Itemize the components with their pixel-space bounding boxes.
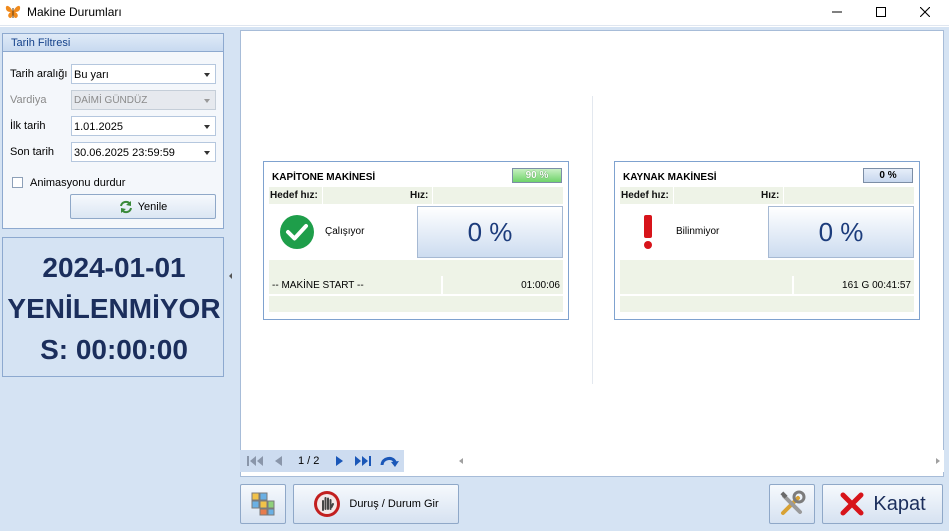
minimize-button[interactable] [815,0,859,24]
close-icon [920,7,930,17]
last-page-icon[interactable] [354,454,374,468]
enter-stop-status-label: Duruş / Durum Gir [349,498,439,510]
start-date-row: İlk tarih 1.01.2025 [10,116,217,136]
date-filter-panel: Tarih Filtresi Tarih aralığı Bu yarı Var… [2,33,224,229]
status-refresh-state: YENİLENMİYOR [7,293,221,324]
scroll-left-icon[interactable] [459,458,463,464]
end-date-label: Son tarih [10,146,55,158]
speed-row: Hedef hız: Hız: [269,187,563,204]
date-range-row: Tarih aralığı Bu yarı [10,64,217,84]
tools-icon [780,490,806,515]
refresh-button[interactable]: Yenile [70,194,216,219]
start-date-picker[interactable]: 1.01.2025 [71,116,216,136]
shift-value: DAİMİ GÜNDÜZ [74,95,148,106]
target-speed-label: Hedef hız: [621,190,669,201]
refresh-icon [119,200,132,213]
shift-row: Vardiya DAİMİ GÜNDÜZ [10,90,217,110]
target-speed-label: Hedef hız: [270,190,318,201]
chevron-down-icon [204,99,210,103]
last-event: -- MAKİNE START -- [269,276,441,294]
start-date-value: 1.01.2025 [74,121,123,133]
stop-hand-icon [314,491,341,517]
event-duration: 01:00:06 [443,276,563,294]
event-row: 161 G 00:41:57 [620,276,914,294]
check-circle-icon [280,215,314,249]
footer-bar [269,296,563,312]
speed-row: Hedef hız: Hız: [620,187,914,204]
close-x-icon [840,492,864,516]
machine-name: KAYNAK MAKİNESİ [623,172,717,183]
splitter-collapse-arrow[interactable] [229,273,232,279]
info-bar [620,260,914,276]
chevron-down-icon [204,151,210,155]
machine-card[interactable]: KAYNAK MAKİNESİ 0 % Hedef hız: Hız: Bili… [614,161,920,320]
close-button[interactable]: Kapat [822,484,943,524]
machine-state: Bilinmiyor [620,206,767,258]
refresh-status-panel: 2024-01-01 YENİLENMİYOR S: 00:00:00 [2,237,224,377]
end-date-row: Son tarih 30.06.2025 23:59:59 [10,142,217,162]
machine-state-label: Çalışıyor [325,226,365,237]
machine-performance-badge: 90 % [512,168,562,183]
machine-state-label: Bilinmiyor [676,226,720,237]
horizontal-scrollbar[interactable] [456,450,944,472]
maximize-button[interactable] [859,0,903,24]
end-date-picker[interactable]: 30.06.2025 23:59:59 [71,142,216,162]
butterfly-icon [5,5,21,19]
client-area: Tarih Filtresi Tarih aralığı Bu yarı Var… [0,27,949,531]
minimize-icon [832,11,842,13]
grid-layout-icon [251,492,275,516]
machine-board: KAPİTONE MAKİNESİ 90 % Hedef hız: Hız: Ç… [240,30,944,477]
machine-performance-badge: 0 % [863,168,913,183]
footer-bar [620,296,914,312]
start-date-label: İlk tarih [10,120,46,132]
layout-button[interactable] [240,484,286,524]
date-range-value: Bu yarı [74,69,109,81]
machine-efficiency: 0 % [417,206,563,258]
stop-animation-checkbox[interactable] [12,177,23,188]
refresh-label: Yenile [137,200,168,213]
info-bar [269,260,563,276]
target-speed-value [673,187,756,204]
close-label: Kapat [873,492,926,515]
scroll-right-icon[interactable] [936,458,940,464]
speed-value [432,187,563,204]
status-timer: S: 00:00:00 [40,334,188,365]
speed-value [783,187,914,204]
date-filter-header: Tarih Filtresi [3,34,223,52]
chevron-down-icon [204,125,210,129]
auto-cycle-icon[interactable] [380,454,400,468]
title-bar: Makine Durumları [0,0,949,26]
exclamation-icon [644,215,652,249]
maximize-icon [876,7,886,17]
end-date-value: 30.06.2025 23:59:59 [74,147,175,159]
machine-efficiency: 0 % [768,206,914,258]
shift-select: DAİMİ GÜNDÜZ [71,90,216,110]
machine-card[interactable]: KAPİTONE MAKİNESİ 90 % Hedef hız: Hız: Ç… [263,161,569,320]
speed-label: Hız: [410,190,429,201]
target-speed-value [322,187,405,204]
event-row: -- MAKİNE START -- 01:00:06 [269,276,563,294]
machine-name: KAPİTONE MAKİNESİ [272,172,376,183]
enter-stop-status-button[interactable]: Duruş / Durum Gir [293,484,459,524]
chevron-down-icon [204,73,210,77]
pager-bar: 1 / 2 [240,450,944,472]
page-indicator: 1 / 2 [298,455,320,467]
speed-label: Hız: [761,190,780,201]
column-divider [592,96,593,384]
status-date: 2024-01-01 [42,252,186,283]
shift-label: Vardiya [10,94,47,106]
last-event [620,276,792,294]
event-duration: 161 G 00:41:57 [794,276,914,294]
date-range-select[interactable]: Bu yarı [71,64,216,84]
close-window-button[interactable] [903,0,947,24]
previous-page-icon[interactable] [272,454,284,468]
window-title: Makine Durumları [27,5,122,19]
settings-button[interactable] [769,484,815,524]
pager-navigation: 1 / 2 [240,450,404,472]
stop-animation-label: Animasyonu durdur [30,177,126,189]
next-page-icon[interactable] [334,454,346,468]
first-page-icon[interactable] [246,454,264,468]
date-range-label: Tarih aralığı [10,68,68,80]
machine-state: Çalışıyor [269,206,416,258]
